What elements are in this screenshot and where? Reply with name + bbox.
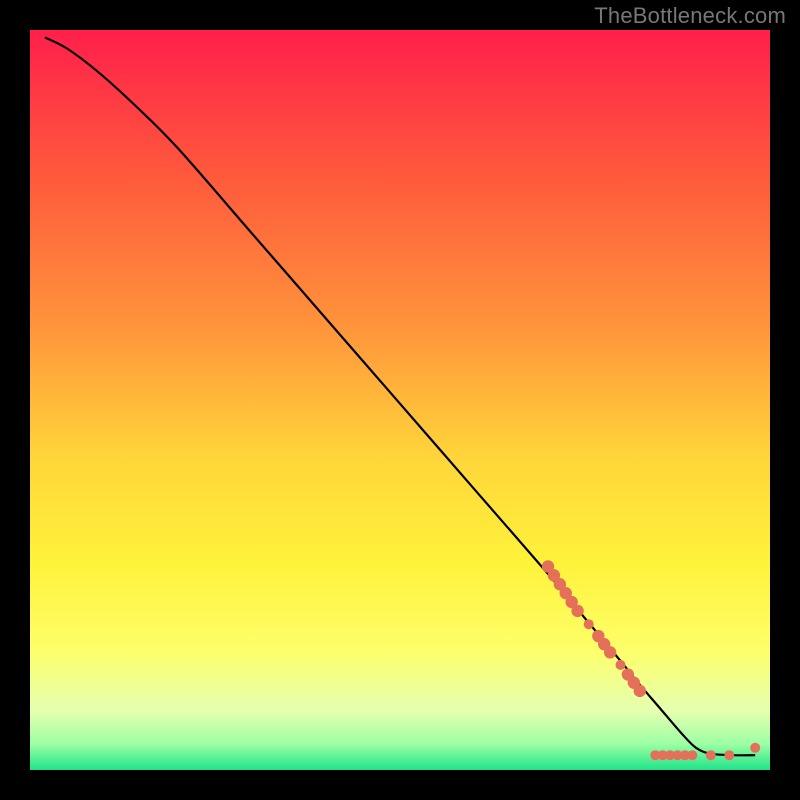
chart-svg bbox=[30, 30, 770, 770]
chart-background-gradient bbox=[30, 30, 770, 770]
chart-marker bbox=[604, 646, 616, 658]
chart-marker bbox=[571, 605, 583, 617]
chart-marker bbox=[634, 685, 646, 697]
chart-marker bbox=[584, 619, 594, 629]
chart-marker bbox=[616, 660, 626, 670]
chart-marker bbox=[750, 743, 760, 753]
watermark-text: TheBottleneck.com bbox=[594, 3, 786, 29]
chart-marker bbox=[706, 750, 716, 760]
chart-marker bbox=[724, 750, 734, 760]
chart-frame: TheBottleneck.com bbox=[0, 0, 800, 800]
chart-marker bbox=[687, 750, 697, 760]
chart-plot-area bbox=[30, 30, 770, 770]
